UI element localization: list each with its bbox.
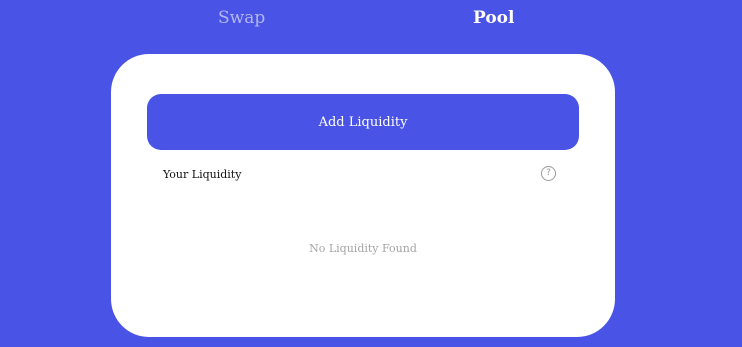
- tab-pool[interactable]: Pool: [473, 6, 514, 30]
- add-liquidity-button[interactable]: Add Liquidity: [147, 94, 579, 150]
- tab-swap[interactable]: Swap: [218, 6, 265, 30]
- no-liquidity-message: No Liquidity Found: [309, 242, 417, 255]
- question-circle-icon[interactable]: ?: [541, 166, 556, 181]
- pool-card: Add Liquidity Your Liquidity ? No Liquid…: [111, 54, 615, 337]
- your-liquidity-label: Your Liquidity: [163, 168, 242, 181]
